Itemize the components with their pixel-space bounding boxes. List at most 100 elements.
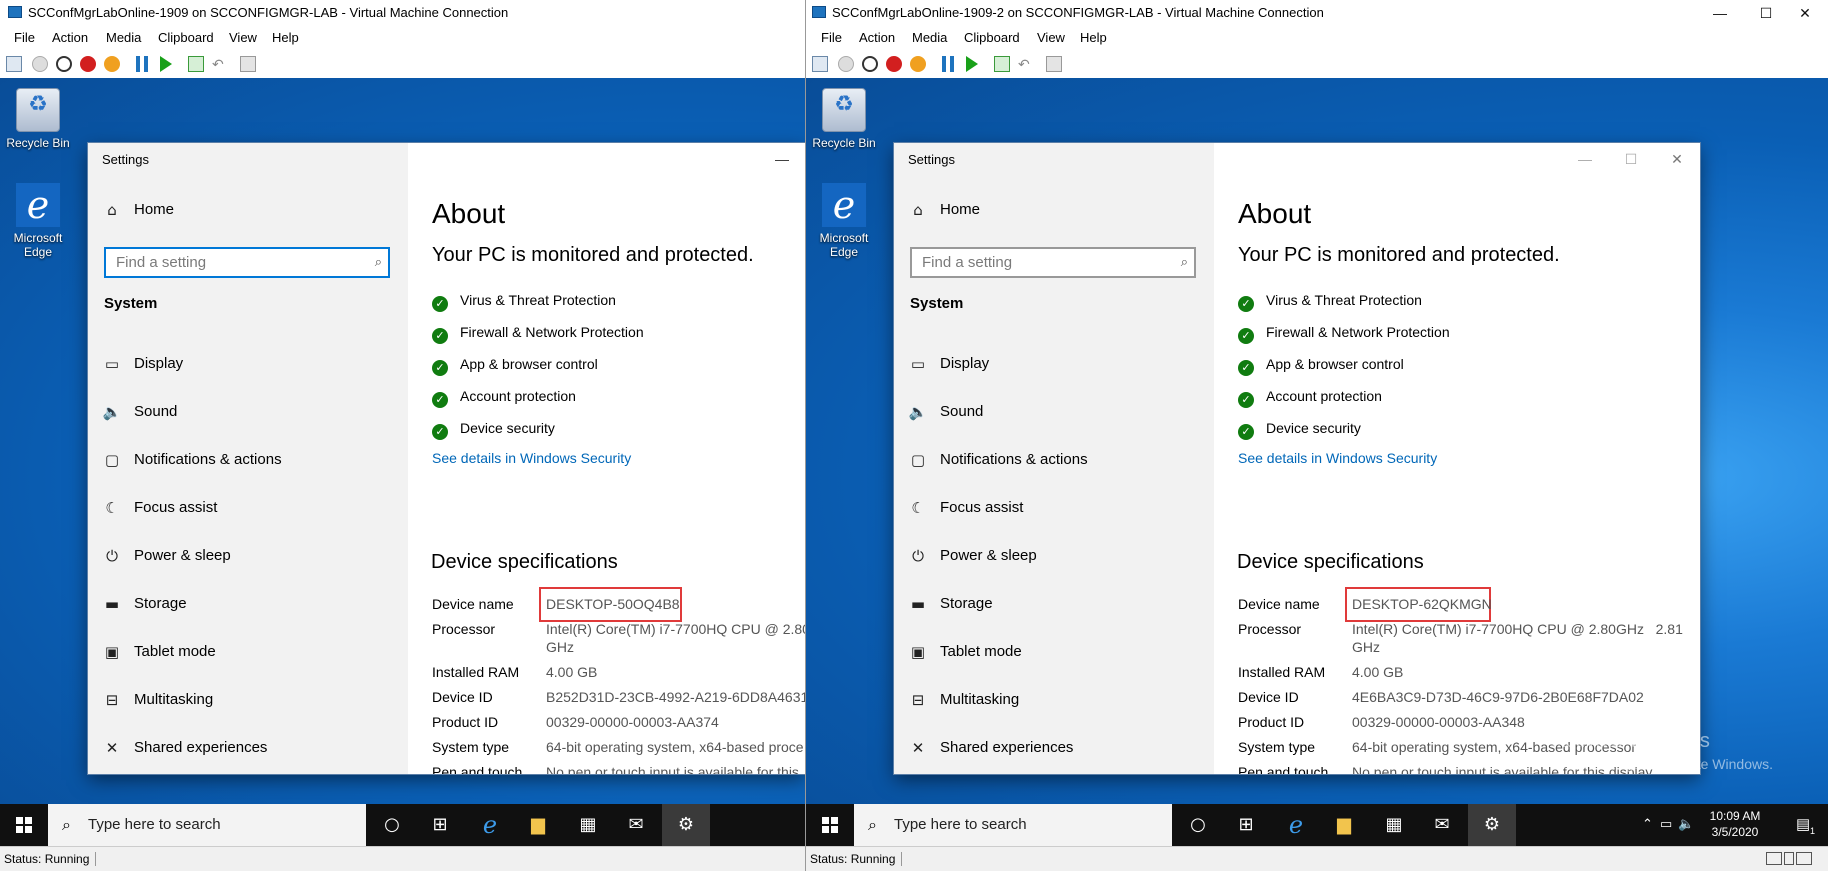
spec-value: Intel(R) Core(TM) i7-7700HQ CPU @ 2.80G [546, 621, 805, 637]
recycle-bin[interactable]: Recycle Bin [3, 88, 73, 150]
start-button[interactable] [0, 804, 48, 846]
menu-file[interactable]: File [14, 30, 35, 45]
volume-icon[interactable]: 🔈 [1678, 816, 1694, 832]
search-placeholder: Find a setting [116, 254, 207, 271]
menu-media[interactable]: Media [912, 30, 947, 45]
file-explorer-icon[interactable]: ▆ [514, 804, 562, 846]
menu-help[interactable]: Help [1080, 30, 1107, 45]
nav-tablet-mode[interactable]: ▣ Tablet mode [894, 633, 1214, 673]
revert-icon[interactable]: ↶ [212, 56, 228, 72]
settings-taskbar-icon[interactable]: ⚙ [662, 804, 710, 846]
start-icon[interactable] [838, 56, 854, 72]
start-icon[interactable] [32, 56, 48, 72]
windows-security-link[interactable]: See details in Windows Security [1238, 450, 1437, 466]
nav-focus-assist[interactable]: ☾ Focus assist [894, 489, 1214, 529]
network-icon[interactable]: ▭ [1660, 816, 1672, 832]
nav-home[interactable]: ⌂ Home [894, 191, 1214, 231]
save-icon[interactable] [910, 56, 926, 72]
recycle-bin[interactable]: Recycle Bin [809, 88, 879, 150]
menu-clipboard[interactable]: Clipboard [964, 30, 1020, 45]
settings-window-left: Settings ⌂ Home Find a setting ⌕ System ▭… [88, 143, 805, 774]
protection-label: Firewall & Network Protection [460, 324, 644, 340]
ctrl-alt-del-icon[interactable] [812, 56, 828, 72]
start-button[interactable] [806, 804, 854, 846]
mail-icon[interactable]: ✉ [1418, 804, 1466, 846]
checkpoint-icon[interactable] [188, 56, 204, 72]
vm-titlebar-left[interactable]: SCConfMgrLabOnline-1909 on SCCONFIGMGR-L… [0, 0, 805, 26]
edge-taskbar-icon[interactable]: e [1272, 804, 1320, 846]
nav-label: Display [940, 355, 990, 372]
pause-icon[interactable] [136, 56, 148, 72]
store-icon[interactable]: ▦ [1370, 804, 1418, 846]
menu-file[interactable]: File [821, 30, 842, 45]
save-icon[interactable] [104, 56, 120, 72]
menu-help[interactable]: Help [272, 30, 299, 45]
task-view-icon[interactable]: ⊞ [416, 804, 464, 846]
pause-icon[interactable] [942, 56, 954, 72]
menu-media[interactable]: Media [106, 30, 141, 45]
nav-shared-experiences[interactable]: ✕ Shared experiences [88, 729, 408, 769]
protection-label: Virus & Threat Protection [460, 292, 616, 308]
nav-multitasking[interactable]: ⊟ Multitasking [88, 681, 408, 721]
settings-taskbar-icon[interactable]: ⚙ [1468, 804, 1516, 846]
revert-icon[interactable]: ↶ [1018, 56, 1034, 72]
microsoft-edge-shortcut[interactable]: e Microsoft Edge [809, 183, 879, 259]
cortana-icon[interactable]: ○ [368, 804, 416, 846]
menu-view[interactable]: View [1037, 30, 1065, 45]
nav-sound[interactable]: 🔈 Sound [894, 393, 1214, 433]
nav-display[interactable]: ▭ Display [88, 345, 408, 385]
shut-down-icon[interactable] [886, 56, 902, 72]
edge-taskbar-icon[interactable]: e [466, 804, 514, 846]
check-icon: ✓ [432, 328, 448, 344]
taskbar-search-box[interactable]: ⌕ Type here to search [854, 804, 1172, 846]
enhanced-session-icon[interactable] [240, 56, 256, 72]
checkpoint-icon[interactable] [994, 56, 1010, 72]
nav-power-sleep[interactable]: ⏻ Power & sleep [894, 537, 1214, 577]
taskbar-search-box[interactable]: ⌕ Type here to search [48, 804, 366, 846]
resume-icon[interactable] [160, 56, 172, 72]
clock[interactable]: 10:09 AM 3/5/2020 [1700, 808, 1770, 840]
cortana-icon[interactable]: ○ [1174, 804, 1222, 846]
window-minimize-button[interactable]: — [1697, 0, 1743, 26]
nav-sound[interactable]: 🔈 Sound [88, 393, 408, 433]
nav-display[interactable]: ▭ Display [894, 345, 1214, 385]
moon-icon: ☾ [911, 499, 925, 517]
search-input[interactable]: Find a setting ⌕ [104, 247, 390, 278]
nav-notifications[interactable]: ▢ Notifications & actions [88, 441, 408, 481]
turn-off-icon[interactable] [862, 56, 878, 72]
microsoft-edge-shortcut[interactable]: e Microsoft Edge [3, 183, 73, 259]
ctrl-alt-del-icon[interactable] [6, 56, 22, 72]
menu-action[interactable]: Action [859, 30, 895, 45]
nav-storage[interactable]: ▬ Storage [894, 585, 1214, 625]
nav-storage[interactable]: ▬ Storage [88, 585, 408, 625]
search-input[interactable]: Find a setting ⌕ [910, 247, 1196, 278]
resume-icon[interactable] [966, 56, 978, 72]
task-view-icon[interactable]: ⊞ [1222, 804, 1270, 846]
menu-action[interactable]: Action [52, 30, 88, 45]
nav-focus-assist[interactable]: ☾ Focus assist [88, 489, 408, 529]
store-icon[interactable]: ▦ [564, 804, 612, 846]
chevron-up-icon[interactable]: ⌃ [1642, 816, 1653, 832]
vm-titlebar-right[interactable]: SCConfMgrLabOnline-1909-2 on SCCONFIGMGR… [806, 0, 1828, 26]
settings-title: Settings [102, 152, 149, 167]
shared-icon: ✕ [105, 739, 119, 757]
nav-multitasking[interactable]: ⊟ Multitasking [894, 681, 1214, 721]
nav-power-sleep[interactable]: ⏻ Power & sleep [88, 537, 408, 577]
menu-clipboard[interactable]: Clipboard [158, 30, 214, 45]
nav-shared-experiences[interactable]: ✕ Shared experiences [894, 729, 1214, 769]
protection-label: Account protection [1266, 388, 1382, 404]
file-explorer-icon[interactable]: ▆ [1320, 804, 1368, 846]
menu-view[interactable]: View [229, 30, 257, 45]
mail-icon[interactable]: ✉ [612, 804, 660, 846]
action-center-icon[interactable]: ▤ [1796, 815, 1810, 833]
menubar-right: File Action Media Clipboard View Help [806, 26, 1828, 50]
shut-down-icon[interactable] [80, 56, 96, 72]
nav-tablet-mode[interactable]: ▣ Tablet mode [88, 633, 408, 673]
enhanced-session-icon[interactable] [1046, 56, 1062, 72]
windows-security-link[interactable]: See details in Windows Security [432, 450, 631, 466]
turn-off-icon[interactable] [56, 56, 72, 72]
protection-device-security: ✓ Device security [432, 420, 555, 440]
nav-home[interactable]: ⌂ Home [88, 191, 408, 231]
window-close-button[interactable]: ✕ [1782, 0, 1828, 26]
nav-notifications[interactable]: ▢ Notifications & actions [894, 441, 1214, 481]
